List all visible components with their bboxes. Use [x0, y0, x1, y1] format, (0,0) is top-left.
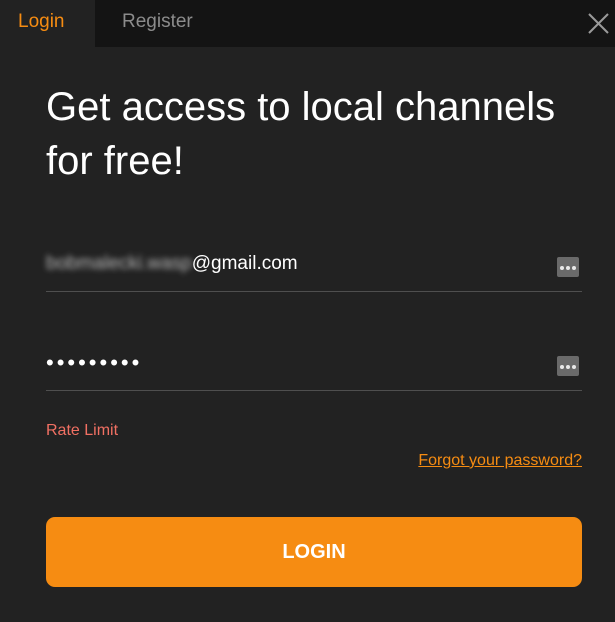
password-value: ••••••••• [46, 350, 143, 375]
email-obscured-part: bobmalecki.wasp [46, 253, 192, 274]
close-icon [588, 13, 609, 34]
login-button[interactable]: LOGIN [46, 517, 582, 587]
tab-login[interactable]: Login [0, 0, 95, 47]
tab-register[interactable]: Register [122, 0, 193, 47]
email-value: bobmalecki.wasp@gmail.com [46, 253, 298, 275]
dots-menu-icon[interactable] [557, 356, 579, 376]
close-button[interactable] [581, 6, 615, 40]
page-title: Get access to local channels for free! [46, 85, 556, 183]
error-message: Rate Limit [46, 422, 119, 439]
password-field[interactable]: ••••••••• [46, 340, 582, 391]
tab-bar: Login Register [0, 0, 615, 47]
email-domain-part: @gmail.com [191, 253, 298, 274]
email-field[interactable]: bobmalecki.wasp@gmail.com [46, 241, 582, 292]
dots-menu-icon[interactable] [557, 257, 579, 277]
forgot-password-link[interactable]: Forgot your password? [418, 452, 582, 470]
